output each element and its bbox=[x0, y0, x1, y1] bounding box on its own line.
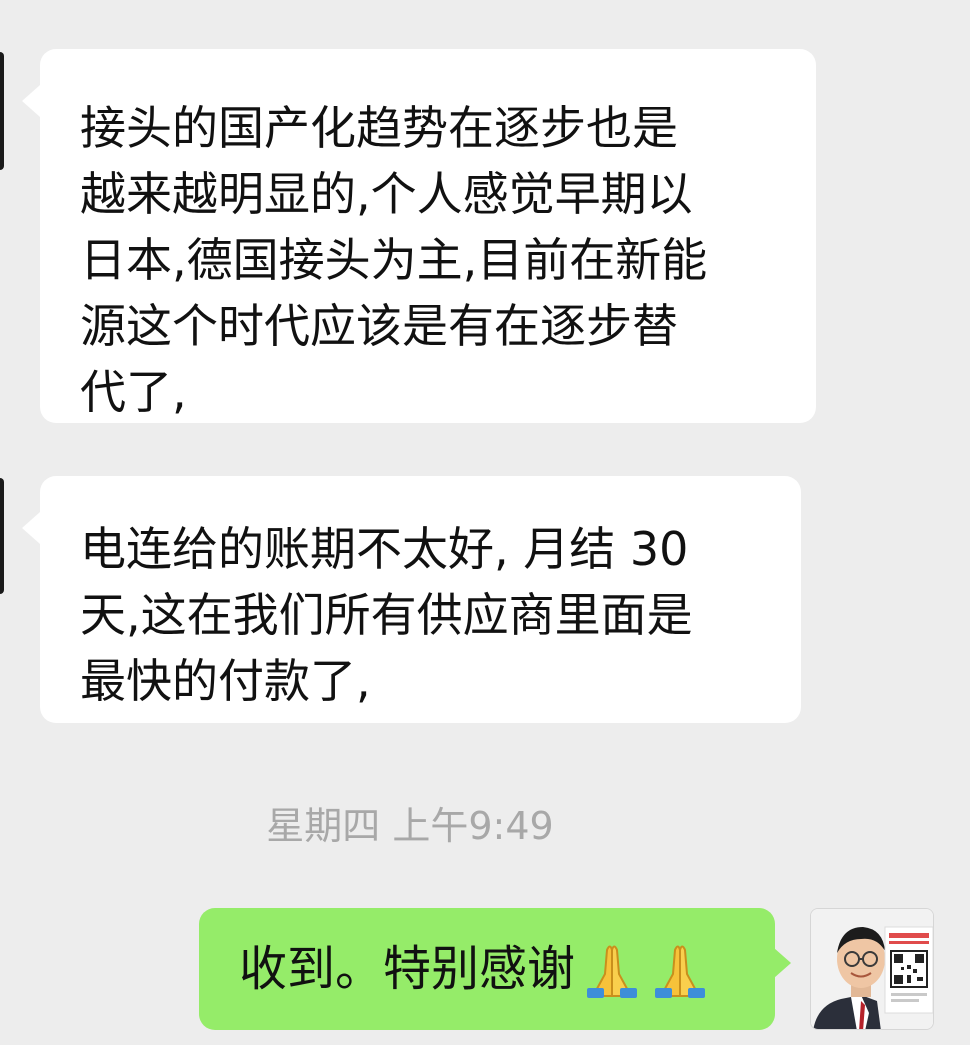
incoming-message-bubble[interactable]: 电连给的账期不太好, 月结 30 天,这在我们所有供应商里面是 最快的付款了, bbox=[22, 476, 801, 723]
message-text-line: 日本,德国接头为主,目前在新能 bbox=[80, 233, 708, 287]
message-text-line: 天,这在我们所有供应商里面是 bbox=[80, 588, 693, 642]
contact-avatar-edge[interactable] bbox=[0, 52, 4, 170]
message-text-line: 源这个时代应该是有在逐步替 bbox=[80, 299, 678, 353]
message-text-line: 最快的付款了, bbox=[80, 654, 371, 708]
avatar-portrait bbox=[811, 909, 933, 1029]
chat-timestamp: 星期四 上午9:49 bbox=[266, 804, 554, 848]
reply-text: 收到。特别感谢 bbox=[239, 941, 576, 997]
message-text-line: 电连给的账期不太好, 月结 30 bbox=[80, 522, 689, 576]
outgoing-message-bubble[interactable]: 收到。特别感谢 bbox=[199, 908, 791, 1030]
pray-icon bbox=[649, 938, 711, 1000]
message-text-line: 代了, bbox=[80, 365, 187, 419]
message-text-line: 接头的国产化趋势在逐步也是 bbox=[80, 101, 678, 155]
incoming-message-bubble[interactable]: 接头的国产化趋势在逐步也是 越来越明显的,个人感觉早期以 日本,德国接头为主,目… bbox=[22, 49, 816, 423]
contact-avatar-edge[interactable] bbox=[0, 478, 4, 594]
pray-icon bbox=[581, 938, 643, 1000]
self-avatar[interactable] bbox=[810, 908, 934, 1030]
message-text-line: 越来越明显的,个人感觉早期以 bbox=[80, 167, 693, 221]
